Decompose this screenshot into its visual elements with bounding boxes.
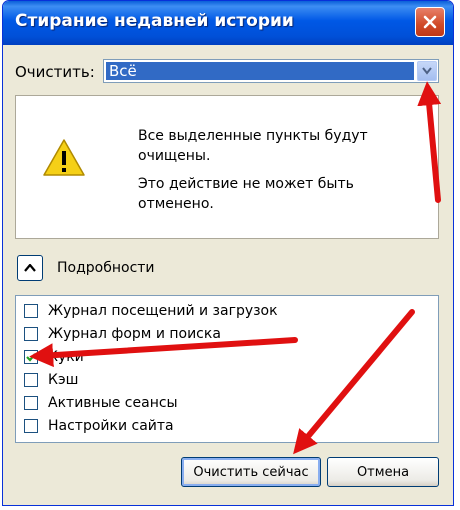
warning-panel: Все выделенные пункты будут очищены. Это… — [15, 95, 439, 239]
cache-label: Кэш — [48, 372, 79, 388]
history-items-list: Журнал посещений и загрузок Журнал форм … — [15, 295, 439, 443]
warning-icon — [43, 139, 85, 176]
sessions-checkbox[interactable] — [24, 396, 38, 410]
sessions-label: Активные сеансы — [48, 395, 178, 411]
title-bar[interactable]: Стирание недавней истории — [3, 1, 453, 45]
checkmark-icon — [26, 353, 36, 362]
clear-range-value: Всё — [106, 62, 414, 80]
list-item-cookies[interactable]: Куки — [24, 346, 84, 368]
clear-now-button[interactable]: Очистить сейчас — [181, 457, 321, 487]
cookies-label: Куки — [48, 349, 84, 365]
dropdown-button[interactable] — [417, 61, 437, 81]
list-item-history[interactable]: Журнал посещений и загрузок — [24, 300, 278, 322]
cookies-checkbox[interactable] — [24, 350, 38, 364]
close-button[interactable] — [415, 7, 445, 37]
cache-checkbox[interactable] — [24, 373, 38, 387]
forms-checkbox[interactable] — [24, 327, 38, 341]
site-settings-checkbox[interactable] — [24, 419, 38, 433]
window-title: Стирание недавней истории — [15, 11, 294, 31]
list-item-forms[interactable]: Журнал форм и поиска — [24, 323, 221, 345]
history-checkbox[interactable] — [24, 304, 38, 318]
warning-text-clear: Все выделенные пункты будут очищены. — [138, 128, 368, 164]
history-label: Журнал посещений и загрузок — [48, 303, 278, 319]
details-toggle-button[interactable] — [17, 255, 43, 281]
chevron-down-icon — [422, 67, 432, 75]
list-item-sessions[interactable]: Активные сеансы — [24, 392, 178, 414]
warning-text-irreversible: Это действие не может быть отменено. — [138, 176, 354, 212]
close-icon — [423, 15, 437, 29]
clear-range-label: Очистить: — [15, 63, 95, 81]
clear-range-select[interactable]: Всё — [103, 59, 439, 83]
details-label: Подробности — [57, 260, 155, 276]
list-item-cache[interactable]: Кэш — [24, 369, 78, 391]
list-item-site-settings[interactable]: Настройки сайта — [24, 415, 174, 437]
site-settings-label: Настройки сайта — [48, 418, 174, 434]
clear-history-dialog: Стирание недавней истории Очистить: Всё … — [2, 0, 454, 506]
chevron-up-icon — [24, 264, 36, 272]
forms-label: Журнал форм и поиска — [48, 326, 221, 342]
dialog-body: Очистить: Всё Все выделенные пункты буду… — [7, 45, 449, 501]
cancel-button[interactable]: Отмена — [327, 457, 439, 487]
